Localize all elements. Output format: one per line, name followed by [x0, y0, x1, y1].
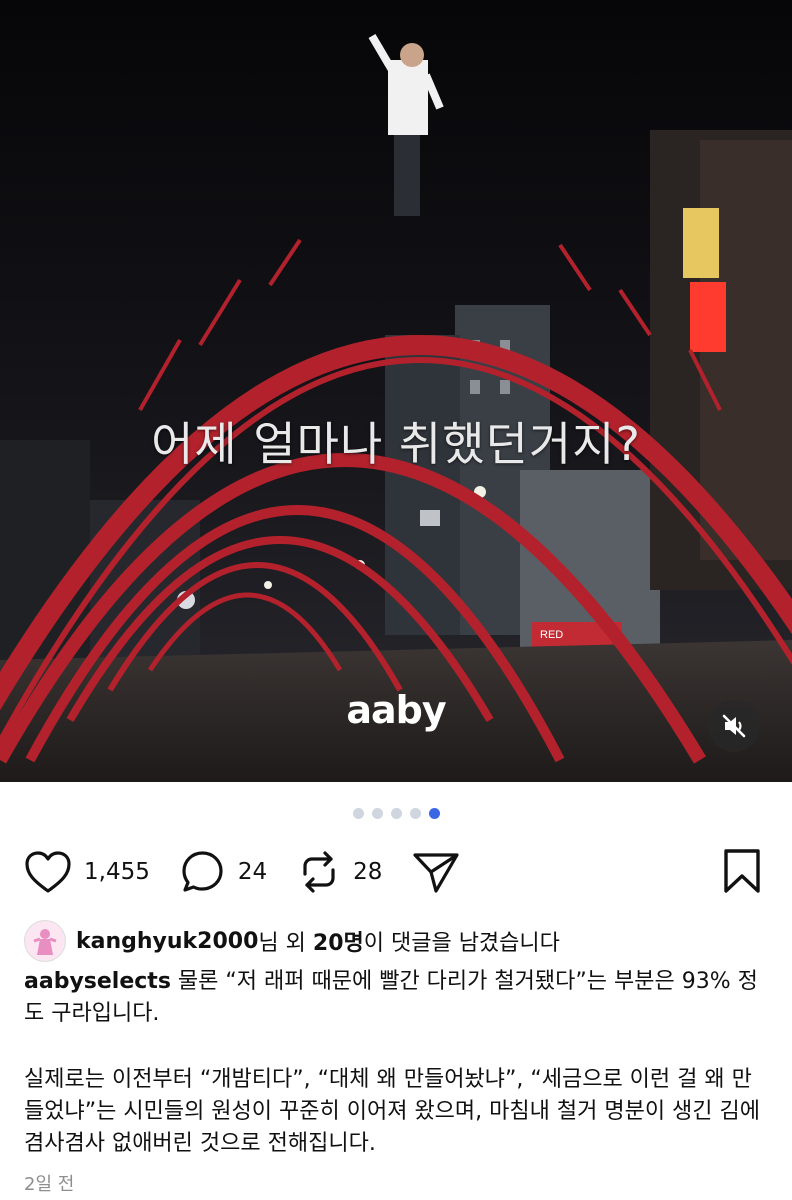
- caption-paragraph-1: aabyselects 물론 “저 래퍼 때문에 빨간 다리가 철거됐다”는 부…: [24, 966, 768, 1030]
- avatar[interactable]: [24, 920, 66, 962]
- repost-button[interactable]: 28: [297, 850, 382, 894]
- bookmark-icon: [724, 849, 760, 893]
- caption-username[interactable]: aabyselects: [24, 969, 171, 994]
- repost-icon: [303, 851, 335, 893]
- repost-count: 28: [353, 859, 383, 885]
- caption-paragraph-2: 실제로는 이전부터 “개밤티다”, “대체 왜 만들어놨냐”, “세금으로 이런…: [24, 1067, 761, 1156]
- save-button[interactable]: [722, 848, 762, 898]
- post-media[interactable]: RED CONTAINER: [0, 0, 792, 782]
- carousel-dot[interactable]: [352, 808, 364, 819]
- liker-suffix-2: 이 댓글을 남겼습니다: [363, 931, 560, 956]
- share-button[interactable]: [412, 850, 460, 894]
- like-count: 1,455: [84, 859, 150, 885]
- carousel-dot[interactable]: [390, 808, 402, 819]
- svg-text:RED: RED: [540, 629, 563, 641]
- comment-summary[interactable]: kanghyuk2000 님 외 20명 이 댓글을 남겼습니다: [24, 920, 560, 962]
- post-timestamp: 2일 전: [24, 1174, 75, 1195]
- carousel-dot[interactable]: [371, 808, 383, 819]
- comment-button[interactable]: 24: [180, 850, 267, 894]
- comment-bubble-icon: [182, 851, 223, 892]
- like-button[interactable]: 1,455: [24, 850, 150, 894]
- carousel-dot-active[interactable]: [428, 808, 440, 819]
- brand-logo: aaby: [346, 688, 446, 732]
- video-overlay-caption: 어제 얼마나 취했던거지?: [151, 417, 641, 471]
- night-street-photo: RED CONTAINER: [0, 0, 792, 782]
- send-icon: [413, 853, 460, 893]
- carousel-indicator: [0, 808, 792, 819]
- liker-count: 20명: [312, 931, 364, 956]
- heart-icon: [25, 851, 71, 893]
- liker-suffix-1: 님 외: [258, 931, 313, 956]
- comment-count: 24: [237, 859, 268, 885]
- liker-username[interactable]: kanghyuk2000: [76, 929, 258, 954]
- muted-speaker-icon: [722, 714, 746, 738]
- post-caption: aabyselects 물론 “저 래퍼 때문에 빨간 다리가 철거됐다”는 부…: [24, 966, 768, 1160]
- carousel-dot[interactable]: [409, 808, 421, 819]
- post-action-bar: 1,455 24 28: [24, 846, 768, 898]
- mute-button[interactable]: [708, 700, 760, 752]
